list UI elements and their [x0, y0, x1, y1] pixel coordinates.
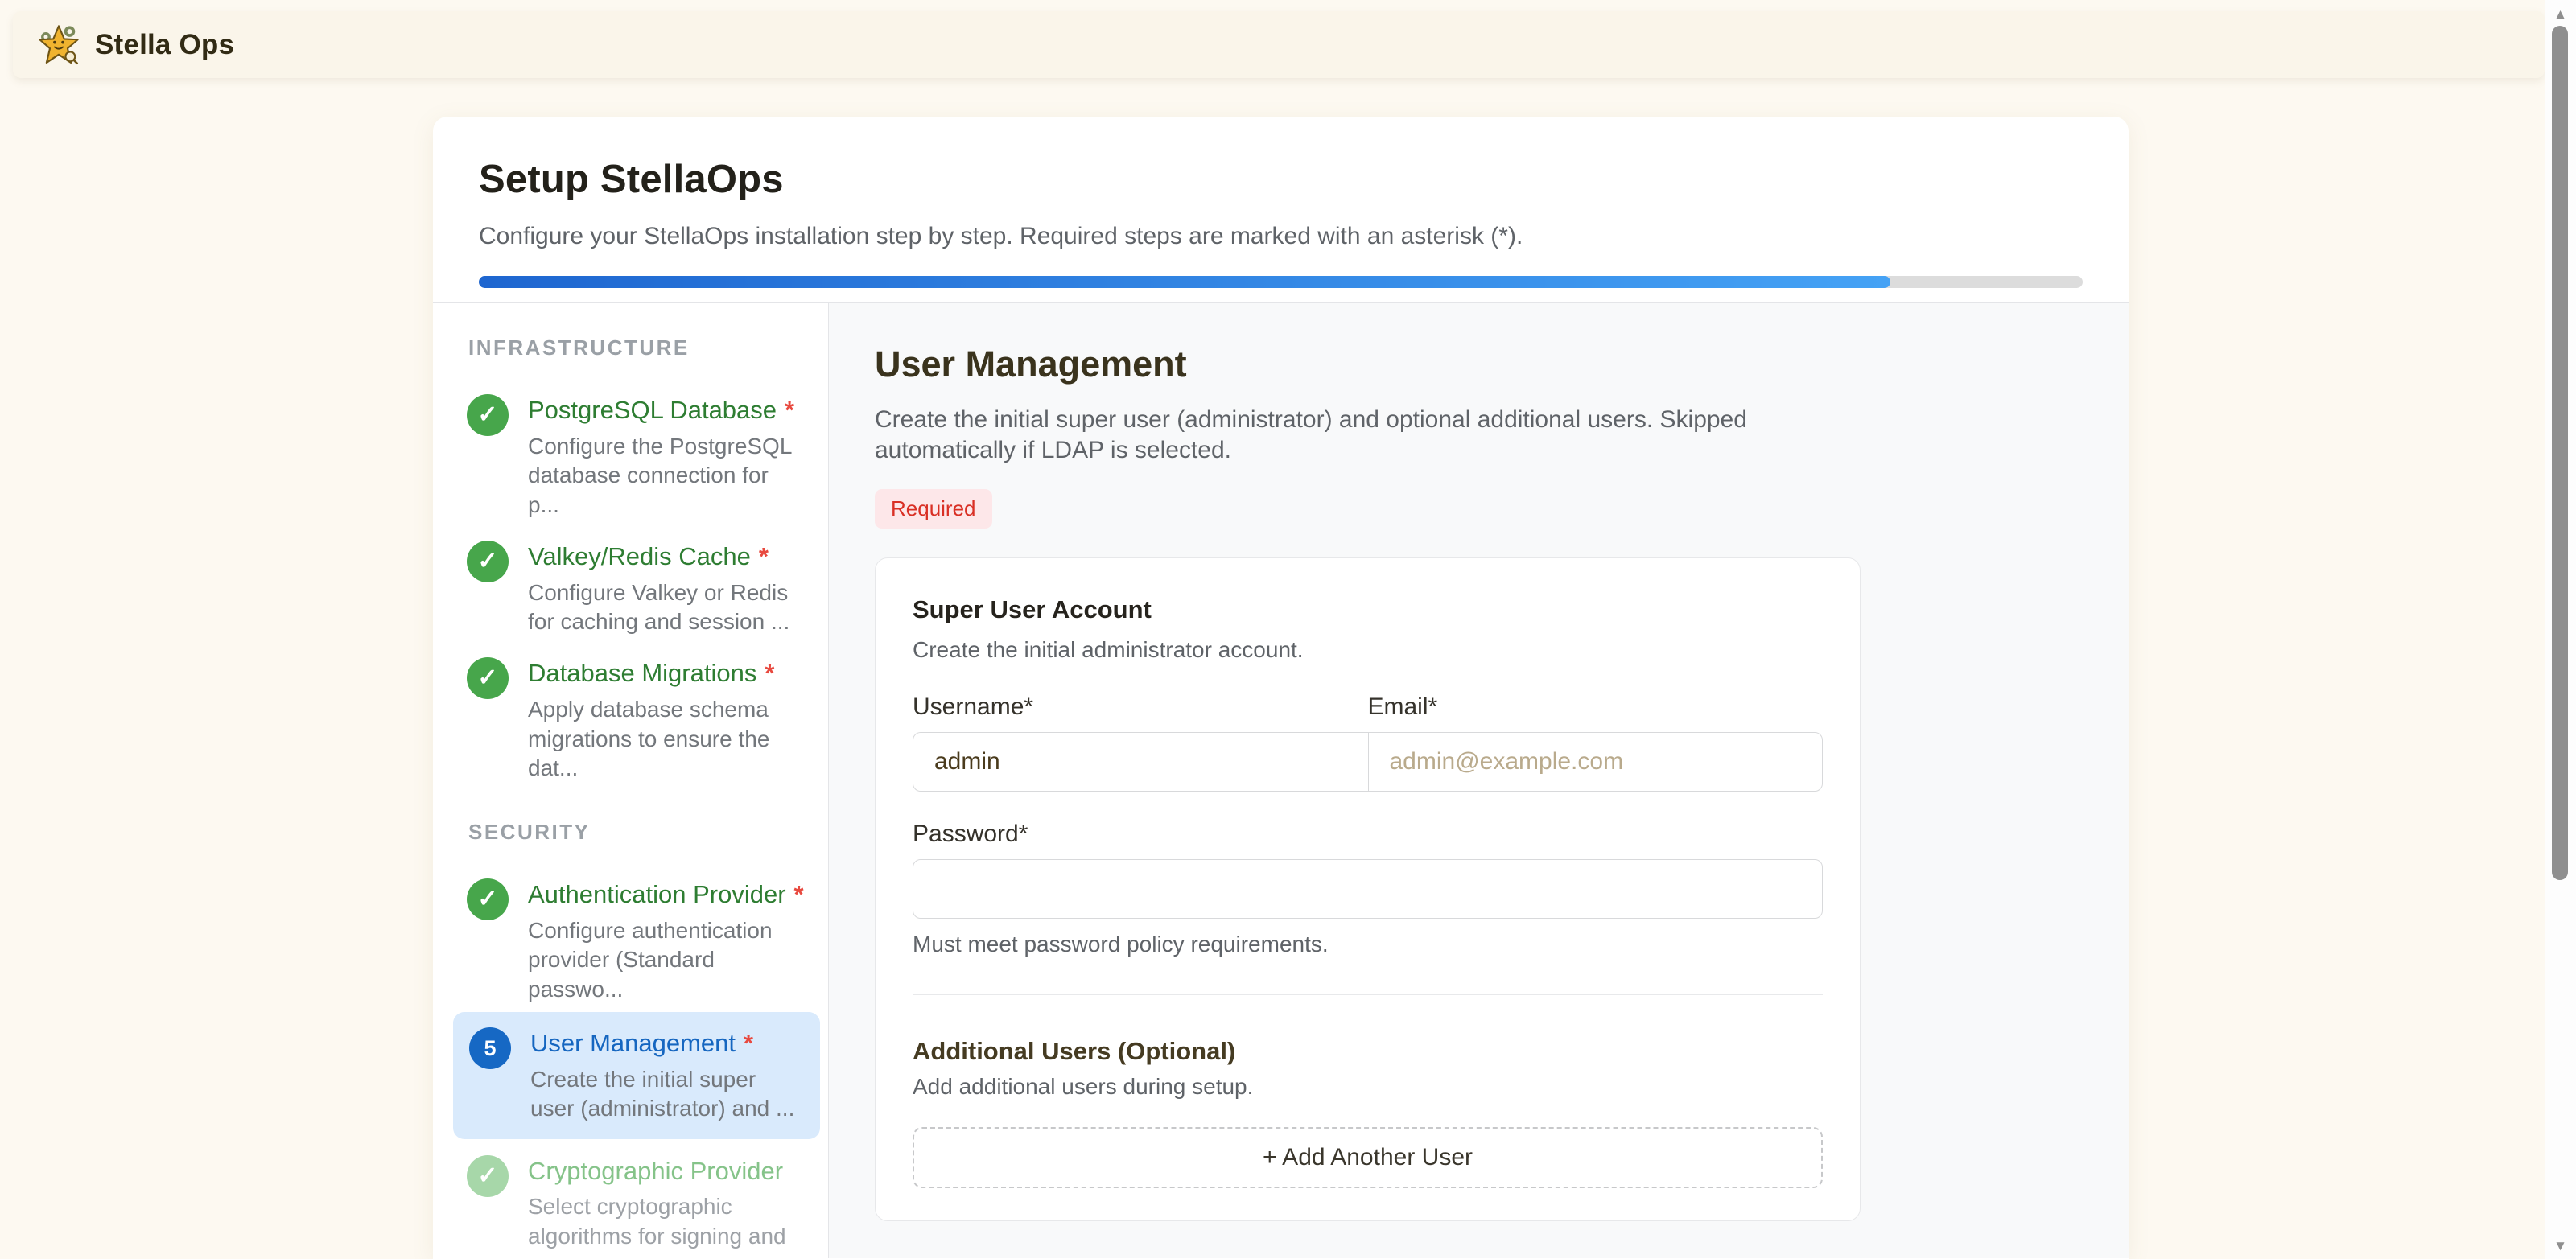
page-subtitle: Configure your StellaOps installation st… — [479, 223, 2083, 250]
username-label: Username* — [913, 693, 1368, 721]
scroll-up-icon[interactable]: ▲ — [2545, 6, 2576, 23]
check-icon: ✓ — [467, 541, 509, 582]
scroll-down-icon[interactable]: ▼ — [2545, 1238, 2576, 1254]
setup-header: Setup StellaOps Configure your StellaOps… — [433, 117, 2129, 303]
step-title: Database Migrations* — [528, 657, 804, 688]
required-asterisk: * — [744, 1029, 753, 1057]
step-description: Configure the PostgreSQL database connec… — [528, 432, 804, 520]
brand-name: Stella Ops — [95, 29, 234, 61]
page-title: Setup StellaOps — [479, 157, 2083, 202]
step-title: Authentication Provider* — [528, 878, 804, 909]
password-field-group: Password* Must meet password policy requ… — [913, 821, 1823, 957]
password-label: Password* — [913, 821, 1823, 848]
check-icon: ✓ — [467, 1155, 509, 1197]
step-number-badge: 5 — [469, 1027, 511, 1069]
step-description: Create the initial super user (administr… — [530, 1065, 804, 1124]
sidebar-item-database-migrations[interactable]: ✓ Database Migrations* Apply database sc… — [467, 657, 804, 783]
sidebar-item-authentication-provider[interactable]: ✓ Authentication Provider* Configure aut… — [467, 878, 804, 1004]
super-user-card: Super User Account Create the initial ad… — [875, 557, 1861, 1221]
step-title: User Management* — [530, 1027, 804, 1058]
email-field-group: Email* — [1368, 693, 1824, 792]
progress-bar — [479, 276, 2083, 288]
sidebar-item-cryptographic-provider[interactable]: ✓ Cryptographic Provider Select cryptogr… — [467, 1155, 804, 1259]
sidebar-item-postgresql-database[interactable]: ✓ PostgreSQL Database* Configure the Pos… — [467, 394, 804, 520]
step-description: Select cryptographic algorithms for sign… — [528, 1192, 804, 1259]
progress-fill — [479, 276, 1890, 288]
page: Stella Ops Setup StellaOps Configure you… — [0, 0, 2576, 1259]
additional-users-subtitle: Add additional users during setup. — [913, 1074, 1823, 1100]
step-description: Configure Valkey or Redis for caching an… — [528, 578, 804, 637]
sidebar-item-valkey-redis-cache[interactable]: ✓ Valkey/Redis Cache* Configure Valkey o… — [467, 541, 804, 637]
sidebar-item-user-management[interactable]: 5 User Management* Create the initial su… — [453, 1012, 820, 1139]
step-title: Valkey/Redis Cache* — [528, 541, 804, 571]
scrollbar-thumb[interactable] — [2552, 26, 2568, 880]
top-bar: Stella Ops — [13, 11, 2545, 78]
main-content: User Management Create the initial super… — [829, 303, 2129, 1258]
step-page-title: User Management — [875, 344, 2129, 385]
step-title: PostgreSQL Database* — [528, 394, 804, 425]
step-description: Configure authentication provider (Stand… — [528, 916, 804, 1004]
scrollbar[interactable]: ▲ ▼ — [2545, 0, 2576, 1259]
required-asterisk: * — [759, 542, 769, 570]
email-label: Email* — [1368, 693, 1824, 721]
stellaops-logo-icon — [37, 23, 80, 67]
required-asterisk: * — [785, 396, 794, 424]
password-input[interactable] — [913, 859, 1823, 919]
section-divider — [913, 994, 1823, 995]
section-label-infrastructure: INFRASTRUCTURE — [468, 335, 804, 360]
username-field-group: Username* — [913, 693, 1368, 792]
check-icon: ✓ — [467, 394, 509, 436]
card-title: Super User Account — [913, 595, 1823, 624]
brand: Stella Ops — [37, 23, 234, 67]
additional-users-title: Additional Users (Optional) — [913, 1037, 1823, 1066]
add-another-user-button[interactable]: + Add Another User — [913, 1127, 1823, 1188]
check-icon: ✓ — [467, 878, 509, 920]
required-badge: Required — [875, 489, 992, 529]
step-description: Apply database schema migrations to ensu… — [528, 695, 804, 783]
check-icon: ✓ — [467, 657, 509, 699]
required-asterisk: * — [765, 659, 774, 687]
username-input[interactable] — [913, 732, 1368, 792]
step-page-description: Create the initial super user (administr… — [875, 405, 1764, 467]
step-title: Cryptographic Provider — [528, 1155, 804, 1186]
setup-panel: Setup StellaOps Configure your StellaOps… — [433, 117, 2129, 1259]
sidebar: INFRASTRUCTURE ✓ PostgreSQL Database* Co… — [433, 303, 829, 1258]
additional-users-section: Additional Users (Optional) Add addition… — [913, 1037, 1823, 1188]
required-asterisk: * — [794, 880, 804, 908]
card-subtitle: Create the initial administrator account… — [913, 637, 1823, 663]
email-input[interactable] — [1368, 732, 1824, 792]
section-label-security: SECURITY — [468, 820, 804, 845]
password-hint: Must meet password policy requirements. — [913, 932, 1823, 957]
